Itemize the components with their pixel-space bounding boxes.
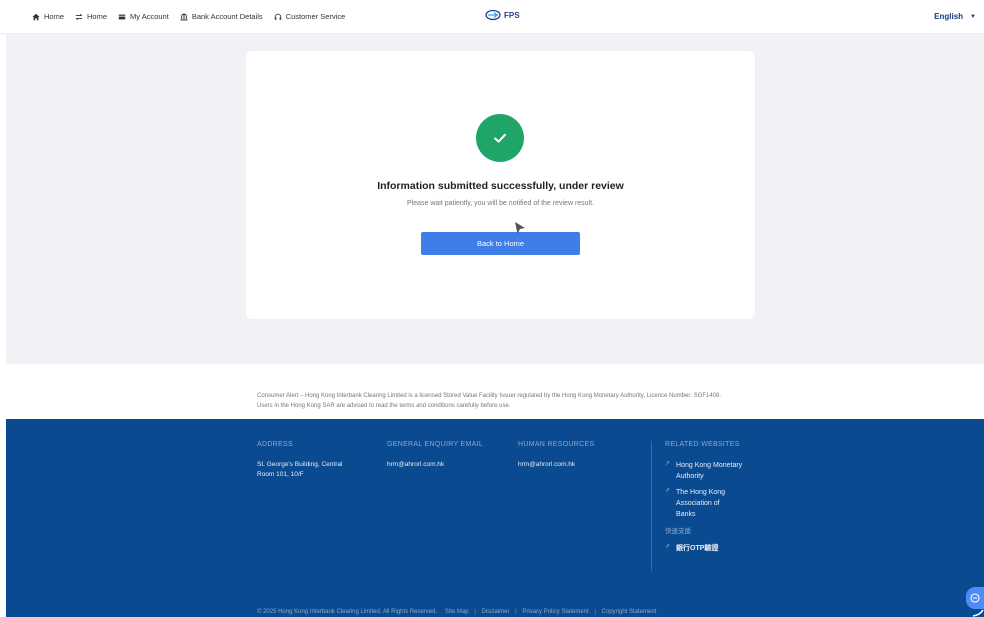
- privacy-policy-link[interactable]: Privacy Policy Statement: [522, 609, 588, 615]
- related-link-hkma-label: Hong Kong Monetary Authority: [676, 462, 743, 480]
- enquiry-heading: GENERAL ENQUIRY EMAIL: [387, 441, 484, 448]
- home-icon: [32, 13, 40, 20]
- result-card: Information submitted successfully, unde…: [246, 51, 755, 319]
- related-link-hkab[interactable]: ↗ The Hong Kong Association of Banks: [665, 487, 765, 520]
- chat-icon: [970, 593, 980, 603]
- nav-bank-account-details[interactable]: Bank Account Details: [180, 12, 263, 21]
- footer-address: ADDRESS St. George's Building, Central R…: [257, 441, 342, 480]
- back-to-home-button[interactable]: Back to Home: [421, 232, 580, 255]
- language-selector[interactable]: English ▼: [934, 12, 976, 21]
- quick-support-heading: 快速支援: [665, 528, 691, 535]
- consumer-alert: Consumer Alert – Hong Kong Interbank Cle…: [6, 364, 984, 419]
- fps-logo: FPS: [485, 9, 520, 21]
- result-title: Information submitted successfully, unde…: [377, 180, 624, 192]
- nav-my-account[interactable]: My Account: [118, 12, 169, 21]
- top-navigation: Home Home My Account Bank Account Detail…: [0, 0, 984, 34]
- nav-customer-service[interactable]: Customer Service: [274, 12, 346, 21]
- chevron-down-icon: ▼: [970, 13, 976, 20]
- hr-heading: HUMAN RESOURCES: [518, 441, 595, 448]
- success-check-icon: [476, 114, 524, 162]
- nav-home-label: Home: [44, 12, 65, 21]
- nav-links: Home Home My Account Bank Account Detail…: [0, 12, 356, 21]
- external-link-icon: ↗: [665, 488, 671, 494]
- enquiry-email[interactable]: hrm@ahrorl.com.hk: [387, 460, 483, 470]
- support-icon: [274, 13, 281, 20]
- nav-home[interactable]: Home: [32, 12, 64, 21]
- nav-transfer-label: Home: [87, 12, 108, 21]
- separator: |: [474, 609, 476, 615]
- nav-customer-service-label: Customer Service: [285, 12, 346, 21]
- copyright-text: © 2025 Hong Kong Interbank Clearing Limi…: [257, 609, 438, 615]
- brand-name: FPS: [504, 10, 520, 20]
- related-link-hkma[interactable]: ↗ Hong Kong Monetary Authority: [665, 460, 765, 482]
- hr-email[interactable]: hrm@ahrorl.com.hk: [518, 460, 594, 470]
- main-content: Information submitted successfully, unde…: [6, 34, 984, 364]
- external-link-icon: ↗: [665, 461, 671, 467]
- transfer-icon: [75, 13, 83, 20]
- disclaimer-link[interactable]: Disclaimer: [481, 609, 509, 615]
- copyright-statement-link[interactable]: Copyright Statement: [602, 609, 657, 615]
- footer-enquiry: GENERAL ENQUIRY EMAIL hrm@ahrorl.com.hk: [387, 441, 483, 470]
- language-label: English: [934, 12, 964, 21]
- address-line-1: St. George's Building, Central: [257, 461, 343, 468]
- footer-hr: HUMAN RESOURCES hrm@ahrorl.com.hk: [518, 441, 594, 470]
- nav-my-account-label: My Account: [130, 12, 169, 21]
- account-icon: [118, 14, 126, 19]
- fps-logo-icon: [485, 9, 501, 21]
- nav-bank-account-details-label: Bank Account Details: [191, 12, 263, 21]
- otp-verification-label: 銀行OTP驗證: [676, 545, 719, 552]
- separator: |: [515, 609, 517, 615]
- bank-icon: [180, 12, 188, 20]
- nav-transfer[interactable]: Home: [75, 12, 107, 21]
- result-subtitle: Please wait patiently, you will be notif…: [406, 200, 595, 207]
- site-footer: ADDRESS St. George's Building, Central R…: [6, 419, 984, 617]
- checkmark-icon: [494, 133, 506, 143]
- external-link-icon: ↗: [665, 544, 671, 550]
- corner-decoration: [972, 609, 984, 617]
- otp-verification-link[interactable]: ↗ 銀行OTP驗證: [665, 543, 765, 554]
- footer-divider: [651, 441, 652, 571]
- mouse-cursor-icon: [515, 222, 525, 234]
- separator: |: [594, 609, 596, 615]
- footer-related: RELATED WEBSITES ↗ Hong Kong Monetary Au…: [665, 441, 765, 559]
- related-link-hkab-label: The Hong Kong Association of Banks: [676, 489, 726, 518]
- chat-support-button[interactable]: [966, 587, 984, 609]
- address-heading: ADDRESS: [257, 441, 293, 448]
- related-heading: RELATED WEBSITES: [665, 441, 740, 448]
- consumer-alert-text: Consumer Alert – Hong Kong Interbank Cle…: [257, 393, 722, 409]
- site-map-link[interactable]: Site Map: [445, 609, 469, 615]
- copyright-bar: © 2025 Hong Kong Interbank Clearing Limi…: [257, 609, 656, 615]
- address-line-2: Room 101, 10/F: [257, 471, 304, 478]
